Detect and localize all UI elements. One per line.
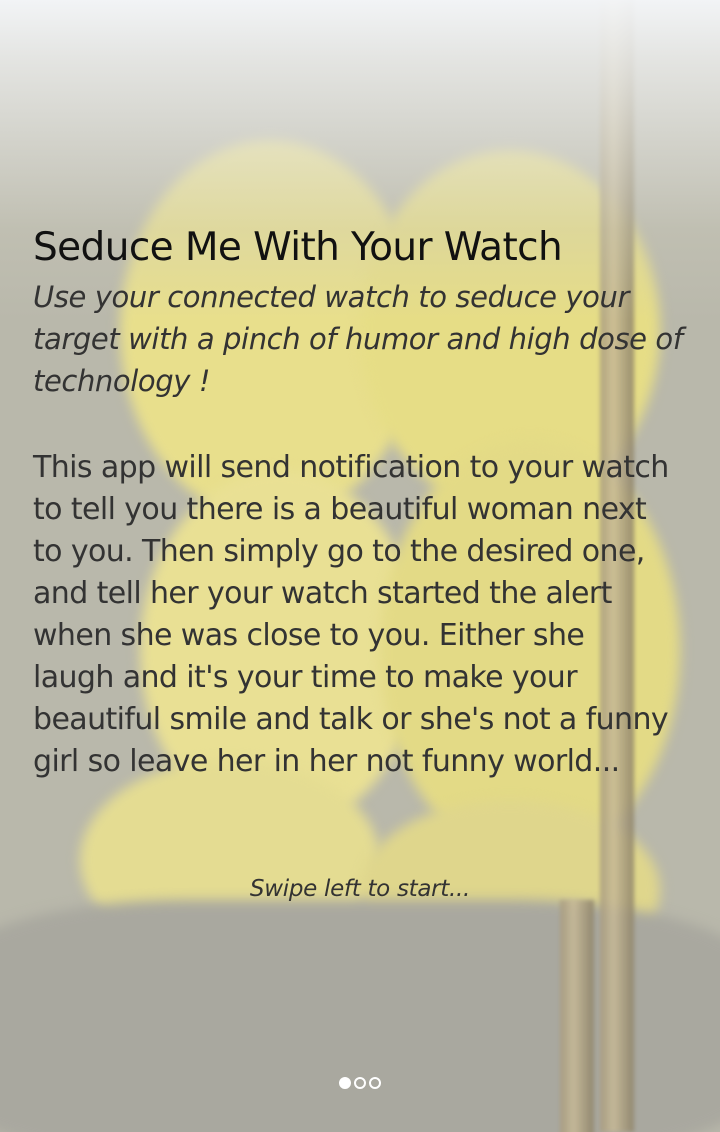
page-dot-1[interactable] xyxy=(339,1077,351,1089)
onboarding-content: Seduce Me With Your Watch Use your conne… xyxy=(33,222,693,783)
page-title: Seduce Me With Your Watch xyxy=(33,225,563,270)
page-subtitle: Use your connected watch to seduce your … xyxy=(33,280,683,398)
page-indicator[interactable] xyxy=(0,1077,720,1089)
description-text: This app will send notification to your … xyxy=(33,450,669,779)
page-dot-3[interactable] xyxy=(369,1077,381,1089)
swipe-hint: Swipe left to start... xyxy=(249,876,471,902)
page-dot-2[interactable] xyxy=(354,1077,366,1089)
